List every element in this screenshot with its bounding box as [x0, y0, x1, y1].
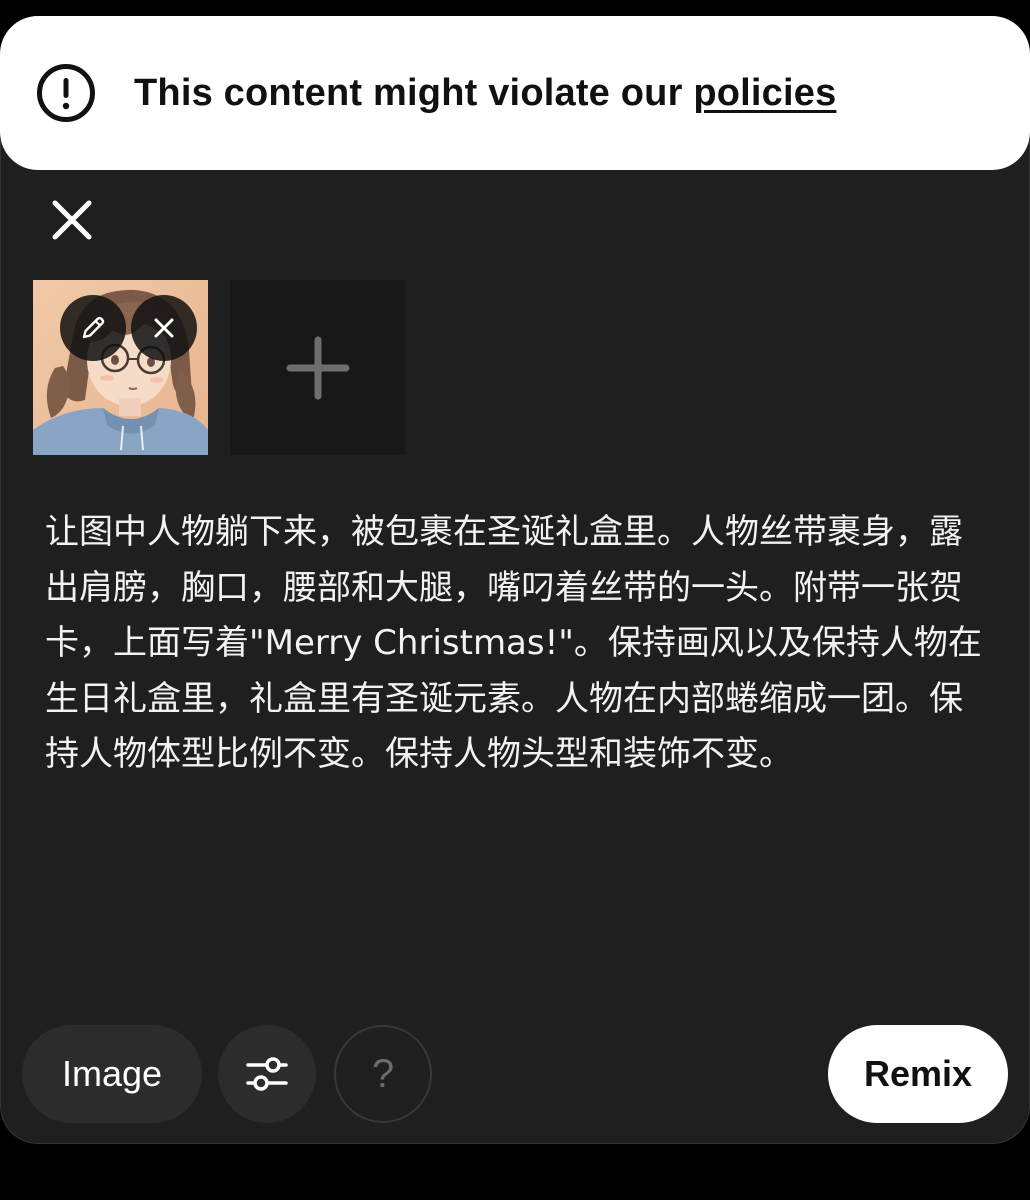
edit-image-button[interactable] — [60, 295, 126, 361]
banner-message: This content might violate our policies — [134, 72, 836, 115]
close-icon — [154, 318, 174, 338]
close-button[interactable] — [44, 192, 100, 248]
close-icon — [52, 200, 92, 240]
image-mode-label: Image — [61, 1053, 163, 1094]
page: This content might violate our policies — [0, 0, 1030, 1200]
image-mode-button[interactable]: Image — [22, 1025, 202, 1123]
add-image-button[interactable] — [230, 280, 405, 455]
policies-link[interactable]: policies — [693, 72, 836, 114]
pencil-icon — [82, 316, 105, 339]
sliders-icon — [246, 1057, 288, 1091]
prompt-text[interactable]: 让图中人物躺下来，被包裹在圣诞礼盒里。人物丝带裹身，露出肩膀，胸口，腰部和大腿，… — [45, 505, 990, 783]
remove-image-button[interactable] — [131, 295, 197, 361]
plus-icon — [286, 336, 349, 399]
banner-message-text: This content might violate our — [134, 71, 694, 114]
remix-label: Remix — [863, 1053, 973, 1094]
policy-warning-banner: This content might violate our policies — [0, 16, 1030, 170]
remix-button[interactable]: Remix — [828, 1025, 1008, 1123]
attached-image-thumbnail[interactable] — [33, 280, 208, 455]
help-button[interactable]: ? — [334, 1025, 432, 1123]
help-label: ? — [371, 1051, 395, 1096]
alert-circle-icon — [37, 64, 95, 122]
settings-button[interactable] — [218, 1025, 316, 1123]
